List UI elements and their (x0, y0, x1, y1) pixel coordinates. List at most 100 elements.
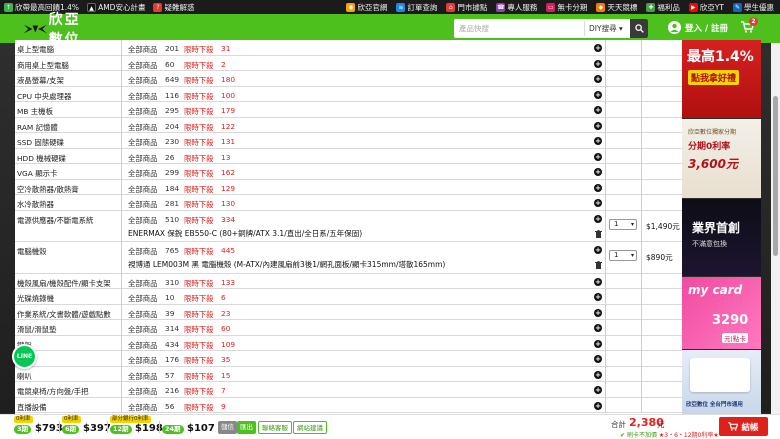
limited-sale-label[interactable]: 限時下殺 (184, 355, 214, 366)
promo-banner-rebate[interactable]: 最高1.4% 點我拿好禮 (682, 40, 761, 118)
top-link-auction[interactable]: ◆ 天天競標 (596, 2, 637, 13)
promo-banner-installment[interactable]: 欣亞數位獨家分期 分期0利率 3,600元 (682, 119, 761, 198)
limited-sale-label[interactable]: 限時下殺 (184, 215, 214, 226)
all-products-label[interactable]: 全部商品 (128, 44, 158, 55)
add-item-icon[interactable]: + (594, 44, 602, 52)
promo-banner-mycard[interactable]: my card 3290 元|點卡 (682, 277, 761, 349)
top-link-orders[interactable]: ≡ 訂單查詢 (396, 2, 437, 13)
top-link-installment[interactable]: ▭ 無卡分期 (546, 2, 587, 13)
all-products-label[interactable]: 全部商品 (128, 199, 158, 210)
installment-option-3[interactable]: 0利率 3期 $793 (14, 416, 63, 437)
category-name[interactable]: 光碟燒錄機 (17, 293, 54, 304)
all-products-label[interactable]: 全部商品 (128, 122, 158, 133)
top-link-outlet[interactable]: ✚ 福利品 (646, 2, 680, 13)
category-name[interactable]: 喇叭 (17, 371, 32, 382)
category-name[interactable]: RAM 記憶體 (17, 122, 58, 133)
add-item-icon[interactable]: + (594, 168, 602, 176)
login-link[interactable]: 登入 / 註冊 (668, 21, 728, 34)
checkout-button[interactable]: 結帳 (719, 417, 768, 436)
category-name[interactable]: 滑鼠/滑鼠墊 (17, 324, 56, 335)
limited-sale-label[interactable]: 限時下殺 (184, 309, 214, 320)
limited-sale-label[interactable]: 限時下殺 (184, 75, 214, 86)
line-chat-button[interactable]: LINE (12, 344, 37, 369)
add-item-icon[interactable]: + (594, 355, 602, 363)
limited-sale-label[interactable]: 限時下殺 (184, 371, 214, 382)
add-item-icon[interactable]: + (594, 152, 602, 161)
search-button[interactable] (630, 19, 648, 38)
limited-sale-label[interactable]: 限時下殺 (184, 246, 214, 257)
add-item-icon[interactable]: + (594, 246, 602, 254)
all-products-label[interactable]: 全部商品 (128, 137, 158, 148)
all-products-label[interactable]: 全部商品 (128, 168, 158, 179)
top-link-stores[interactable]: ⌂ 門市據點 (446, 2, 487, 13)
add-item-icon[interactable]: + (594, 75, 602, 83)
category-name[interactable]: 直播設備 (17, 402, 47, 413)
limited-sale-label[interactable]: 限時下殺 (184, 91, 214, 102)
quantity-select[interactable]: 1 ▾ (609, 250, 637, 261)
category-name[interactable]: 商用桌上型電腦 (17, 60, 69, 71)
category-name[interactable]: CPU 中央處理器 (17, 91, 71, 102)
add-item-icon[interactable]: + (594, 277, 602, 286)
installment-option-24[interactable]: 24期 $107 (162, 420, 215, 437)
top-link-youtube[interactable]: ▶ 欣亞YT (688, 2, 724, 13)
category-name[interactable]: 液晶螢幕/支架 (17, 75, 64, 86)
top-link-official[interactable]: ◉ 欣亞官網 (346, 2, 387, 13)
page-scrollbar-thumb[interactable] (773, 96, 778, 256)
promo-banner-giftcard[interactable]: 欣亞數位 全台門市通用 (682, 350, 761, 414)
all-products-label[interactable]: 全部商品 (128, 293, 158, 304)
category-name[interactable]: 機殼風扇/機殼配件/顯卡支架 (17, 278, 111, 289)
add-item-icon[interactable]: + (594, 293, 602, 301)
cart-button[interactable]: 2 (741, 17, 758, 35)
category-name[interactable]: HDD 機械硬碟 (17, 153, 66, 164)
limited-sale-label[interactable]: 限時下殺 (184, 324, 214, 335)
add-item-icon[interactable]: + (594, 370, 602, 379)
installment-option-12[interactable]: 部分銀行0利率 12期 $198 (110, 416, 163, 437)
all-products-label[interactable]: 全部商品 (128, 91, 158, 102)
limited-sale-label[interactable]: 限時下殺 (184, 44, 214, 55)
all-products-label[interactable]: 全部商品 (128, 215, 158, 226)
promo-banner-exchange[interactable]: 業界首創 不滿意包換 (682, 199, 761, 276)
limited-sale-label[interactable]: 限時下殺 (184, 137, 214, 148)
add-item-icon[interactable]: + (594, 214, 602, 223)
all-products-label[interactable]: 全部商品 (128, 278, 158, 289)
add-item-icon[interactable]: + (594, 106, 602, 114)
all-products-label[interactable]: 全部商品 (128, 309, 158, 320)
add-item-icon[interactable]: + (594, 59, 602, 68)
limited-sale-label[interactable]: 限時下殺 (184, 340, 214, 351)
site-logo[interactable]: 欣亞數位 (24, 12, 94, 48)
save-quote-button[interactable]: 儲信 (218, 421, 237, 434)
category-name[interactable]: 電競桌椅/方向盤/手把 (17, 386, 89, 397)
limited-sale-label[interactable]: 限時下殺 (184, 199, 214, 210)
category-name[interactable]: SSD 固態硬碟 (17, 137, 64, 148)
all-products-label[interactable]: 全部商品 (128, 355, 158, 366)
add-item-icon[interactable]: + (594, 199, 602, 207)
category-name[interactable]: 電源供應器/不斷電系統 (17, 215, 93, 226)
add-item-icon[interactable]: + (594, 90, 602, 99)
limited-sale-label[interactable]: 限時下殺 (184, 386, 214, 397)
search-input[interactable] (454, 20, 584, 37)
installment-option-6[interactable]: 0利率 6期 $397 (62, 416, 111, 437)
limited-sale-label[interactable]: 限時下殺 (184, 168, 214, 179)
add-item-icon[interactable]: + (594, 339, 602, 348)
limited-sale-label[interactable]: 限時下殺 (184, 122, 214, 133)
export-button[interactable]: 匯出 (237, 421, 256, 434)
all-products-label[interactable]: 全部商品 (128, 246, 158, 257)
trash-icon[interactable] (595, 229, 602, 238)
all-products-label[interactable]: 全部商品 (128, 60, 158, 71)
selected-product-name[interactable]: ENERMAX 保銳 EB550-C (80+銅牌/ATX 3.1/直出/全日系… (128, 228, 362, 239)
add-item-icon[interactable]: + (594, 121, 602, 130)
limited-sale-label[interactable]: 限時下殺 (184, 184, 214, 195)
add-item-icon[interactable]: + (594, 308, 602, 317)
limited-sale-label[interactable]: 限時下殺 (184, 60, 214, 71)
limited-sale-label[interactable]: 限時下殺 (184, 106, 214, 117)
all-products-label[interactable]: 全部商品 (128, 184, 158, 195)
add-item-icon[interactable]: + (594, 137, 602, 145)
all-products-label[interactable]: 全部商品 (128, 106, 158, 117)
category-name[interactable]: 電腦機殼 (17, 246, 47, 257)
all-products-label[interactable]: 全部商品 (128, 324, 158, 335)
contact-service-button[interactable]: 聯絡客服 (258, 421, 292, 434)
top-link-faq[interactable]: ? 疑難解惑 (153, 2, 194, 13)
add-item-icon[interactable]: + (594, 401, 602, 410)
site-suggestion-button[interactable]: 網站建議 (293, 421, 327, 434)
category-name[interactable]: 水冷散熱器 (17, 199, 54, 210)
